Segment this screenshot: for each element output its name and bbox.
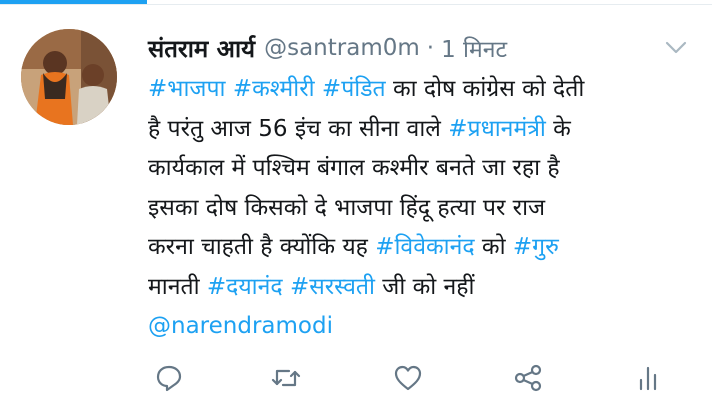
reply-icon[interactable]: [153, 362, 185, 394]
hashtag-link[interactable]: #प्रधानमंत्री: [448, 116, 546, 142]
tweet-actions: [0, 356, 712, 400]
chevron-down-icon[interactable]: [663, 34, 689, 60]
hashtag-link[interactable]: #पंडित: [322, 76, 386, 102]
tweet-header: संतराम आर्य @santram0m · 1 मिनट: [148, 30, 507, 66]
tweet-line: करना चाहती है क्योंकि यह #विवेकानंद को #…: [148, 228, 696, 268]
tweet-text-segment: के: [545, 115, 571, 142]
tweet-line: मानती #दयानंद #सरस्वती जी को नहीं: [148, 268, 696, 308]
tweet-text-segment: कार्यकाल में पश्चिम बंगाल कश्मीर बनते जा…: [148, 155, 560, 181]
avatar[interactable]: [21, 29, 117, 125]
tweet-text: #भाजपा #कश्मीरी #पंडित का दोष कांग्रेस क…: [148, 70, 696, 347]
tweet-text-segment: है परंतु आज 56 इंच का सीना वाले: [148, 115, 449, 142]
share-icon[interactable]: [512, 362, 544, 394]
retweet-icon[interactable]: [270, 362, 302, 394]
mention-link[interactable]: @narendramodi: [148, 313, 333, 339]
tweet-line: इसका दोष किसको दे भाजपा हिंदू हत्या पर र…: [148, 189, 696, 229]
hashtag-link[interactable]: #कश्मीरी: [233, 76, 315, 102]
hashtag-link[interactable]: #सरस्वती: [290, 274, 375, 300]
display-name[interactable]: संतराम आर्य: [148, 32, 255, 65]
user-handle[interactable]: @santram0m: [264, 35, 420, 61]
tweet-text-segment: करना चाहती है क्योंकि यह: [148, 234, 376, 260]
tweet-line: @narendramodi: [148, 307, 696, 347]
tweet-line: #भाजपा #कश्मीरी #पंडित का दोष कांग्रेस क…: [148, 70, 696, 110]
like-icon[interactable]: [392, 362, 424, 394]
tweet-text-segment: इसका दोष किसको दे भाजपा हिंदू हत्या पर र…: [148, 194, 546, 221]
analytics-icon[interactable]: [632, 362, 664, 394]
tweet-text-segment: [315, 76, 322, 102]
hashtag-link[interactable]: #भाजपा: [148, 76, 226, 102]
tweet-text-segment: जी को नहीं: [374, 273, 475, 300]
tweet-text-segment: [226, 76, 233, 102]
tweet-line: है परंतु आज 56 इंच का सीना वाले #प्रधानम…: [148, 110, 696, 150]
tweet-text-segment: का दोष कांग्रेस को देती: [385, 76, 585, 102]
tweet-text-segment: [283, 274, 290, 300]
tweet-text-segment: को: [474, 234, 513, 260]
hashtag-link[interactable]: #गुरु: [513, 234, 559, 260]
hashtag-link[interactable]: #विवेकानंद: [375, 234, 474, 260]
divider: [0, 4, 712, 5]
timestamp[interactable]: 1 मिनट: [441, 32, 507, 64]
tweet-text-segment: मानती: [148, 273, 207, 300]
separator-dot: ·: [426, 35, 435, 61]
tweet-line: कार्यकाल में पश्चिम बंगाल कश्मीर बनते जा…: [148, 149, 696, 189]
hashtag-link[interactable]: #दयानंद: [207, 274, 283, 300]
